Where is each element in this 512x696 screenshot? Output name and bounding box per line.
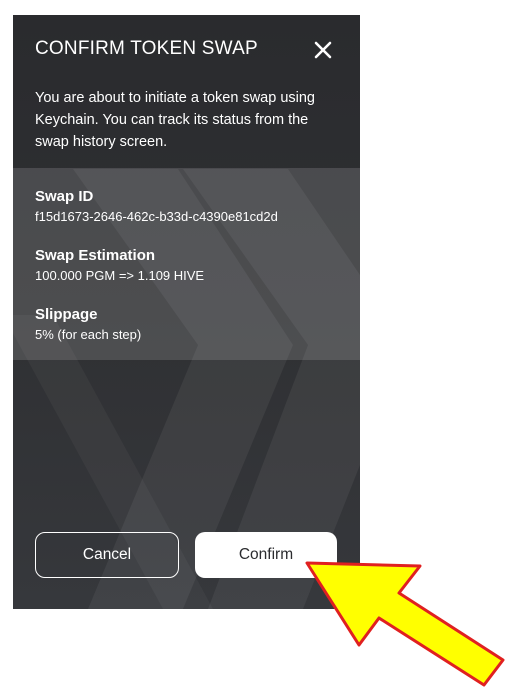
confirm-button[interactable]: Confirm	[195, 532, 337, 578]
swap-details-section: Swap ID f15d1673-2646-462c-b33d-c4390e81…	[13, 168, 360, 360]
swap-id-label: Swap ID	[35, 188, 94, 205]
swap-estimation-field: Swap Estimation 100.000 PGM => 1.109 HIV…	[35, 247, 204, 284]
confirm-swap-dialog: CONFIRM TOKEN SWAP You are about to init…	[13, 15, 360, 609]
dialog-intro-text: You are about to initiate a token swap u…	[35, 90, 315, 150]
dialog-title: CONFIRM TOKEN SWAP	[35, 38, 258, 59]
swap-id-field: Swap ID f15d1673-2646-462c-b33d-c4390e81…	[35, 188, 278, 225]
slippage-field: Slippage 5% (for each step)	[35, 306, 141, 343]
slippage-value: 5% (for each step)	[35, 327, 142, 342]
cancel-button[interactable]: Cancel	[35, 532, 179, 578]
swap-id-value: f15d1673-2646-462c-b33d-c4390e81cd2d	[35, 209, 278, 224]
swap-estimation-label: Swap Estimation	[35, 247, 156, 264]
slippage-label: Slippage	[35, 306, 98, 323]
swap-estimation-value: 100.000 PGM => 1.109 HIVE	[35, 268, 205, 283]
close-icon[interactable]	[311, 38, 335, 62]
